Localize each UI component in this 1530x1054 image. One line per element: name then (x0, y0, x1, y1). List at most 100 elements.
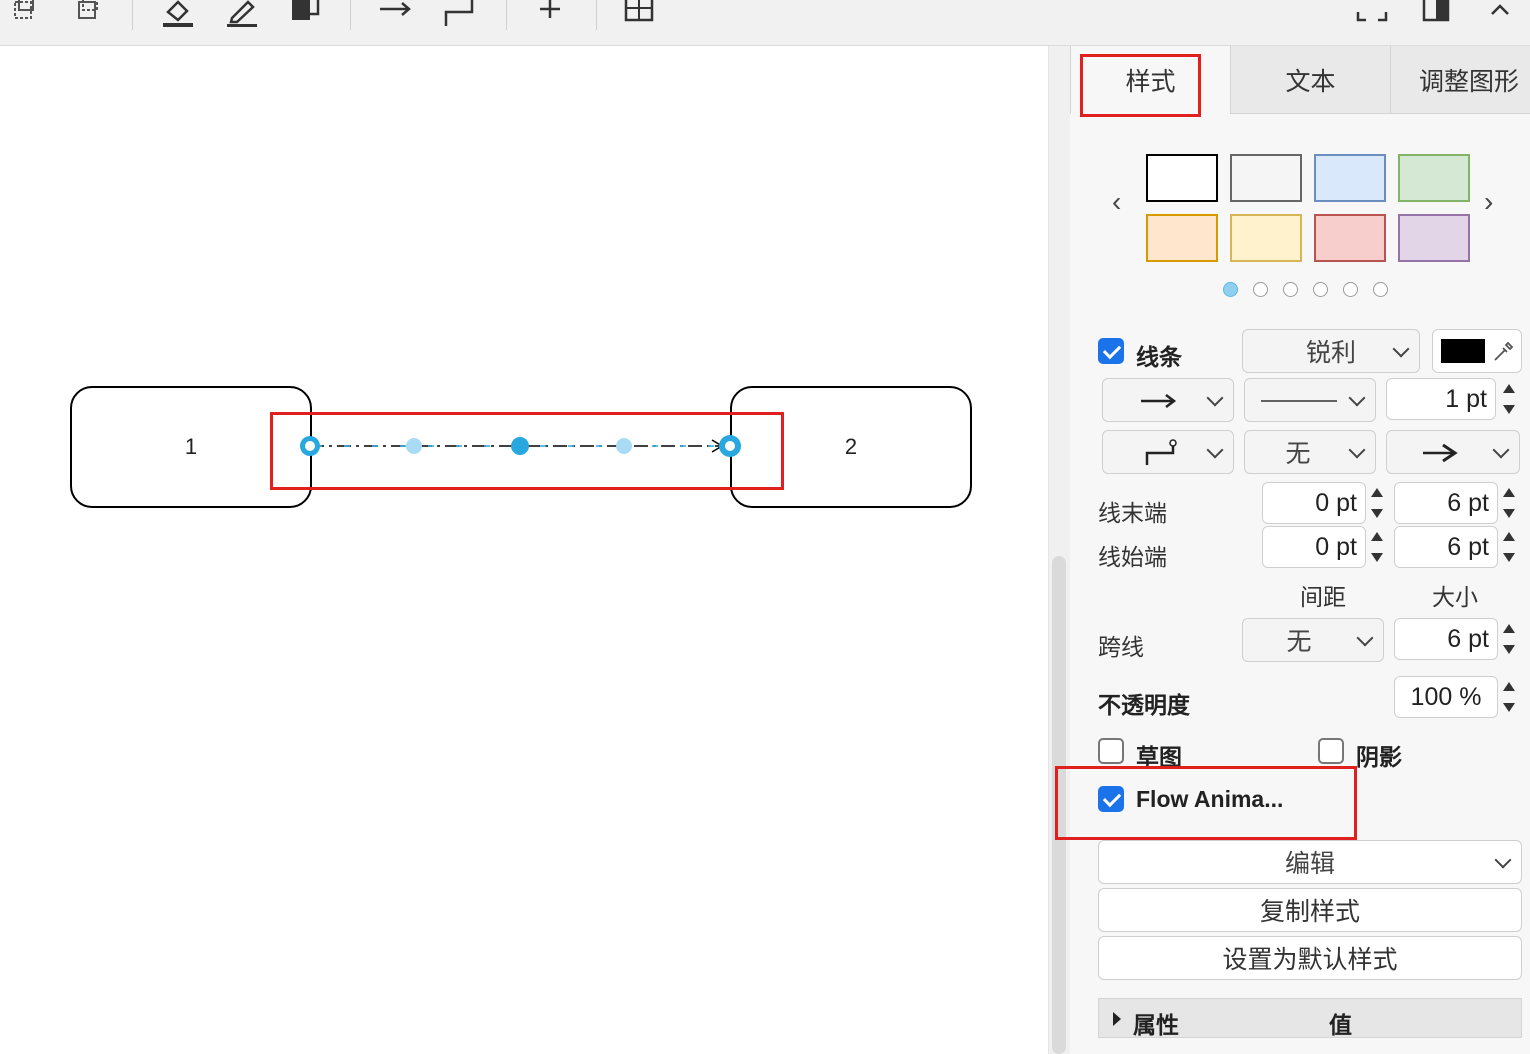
to-back-icon[interactable] (70, 0, 106, 28)
arrow-right-icon (1141, 394, 1177, 408)
style-swatch[interactable] (1146, 214, 1218, 262)
line-label: 线条 (1136, 344, 1182, 370)
style-swatch[interactable] (1230, 214, 1302, 262)
tab-text-label: 文本 (1285, 67, 1336, 96)
tab-highlight-box (1080, 54, 1201, 117)
line-jump-size-value: 6 pt (1447, 624, 1489, 653)
chevron-down-icon (1392, 340, 1410, 358)
chevron-left-icon[interactable]: ‹ (1112, 186, 1121, 218)
swatch-page-dot[interactable] (1343, 282, 1358, 297)
connection-arrow-icon[interactable] (378, 0, 414, 28)
edge-highlight-box (270, 412, 784, 490)
waypoints-icon[interactable] (442, 0, 478, 28)
tab-arrange-label: 调整图形 (1419, 67, 1520, 96)
caret-right-icon (1113, 1012, 1121, 1026)
line-jump-select[interactable]: 无 (1242, 618, 1384, 662)
line-end-spacing-value: 0 pt (1315, 488, 1357, 517)
start-arrow-select[interactable]: 无 (1244, 430, 1376, 474)
toolbar-separator (350, 0, 351, 30)
chevron-down-icon (1206, 441, 1224, 459)
line-jump-size-field[interactable]: 6 pt (1394, 618, 1498, 660)
style-swatch[interactable] (1230, 154, 1302, 202)
fullscreen-icon[interactable] (1354, 0, 1390, 28)
style-swatch[interactable] (1398, 154, 1470, 202)
swatch-page-dot[interactable] (1283, 282, 1298, 297)
format-panel: 样式 文本 调整图形 ‹ › 线条 锐利 1 pt 无 线末端 0 pt 6 p… (1070, 46, 1530, 1054)
chevron-down-icon (1492, 441, 1510, 459)
tab-arrange[interactable]: 调整图形 (1390, 46, 1530, 114)
toolbar-separator (506, 0, 507, 30)
chevron-down-icon (1348, 389, 1366, 407)
line-end-size-spinner[interactable] (1500, 482, 1518, 524)
line-end-spacing-field[interactable]: 0 pt (1262, 482, 1366, 524)
opacity-label: 不透明度 (1098, 692, 1190, 718)
connection-style-select[interactable] (1102, 378, 1234, 422)
connector-edge[interactable] (0, 46, 1048, 1054)
end-arrow-icon (1423, 443, 1458, 463)
insert-plus-icon[interactable] (532, 0, 568, 28)
properties-col-value: 值 (1329, 1012, 1352, 1038)
line-color-picker[interactable] (1432, 329, 1522, 373)
line-jump-size-spinner[interactable] (1500, 618, 1518, 660)
copy-style-button[interactable]: 复制样式 (1098, 888, 1522, 932)
toolbar (0, 0, 1530, 46)
shadow-checkbox[interactable] (1318, 738, 1344, 764)
style-swatch[interactable] (1314, 214, 1386, 262)
copy-style-label: 复制样式 (1259, 898, 1360, 926)
toolbar-separator (132, 0, 133, 30)
to-front-icon[interactable] (6, 0, 42, 28)
toolbar-separator (596, 0, 597, 30)
line-jump-value: 无 (1286, 628, 1312, 656)
swatch-page-dot[interactable] (1373, 282, 1388, 297)
chevron-right-icon[interactable]: › (1484, 186, 1493, 218)
line-style-select[interactable]: 锐利 (1242, 329, 1420, 373)
line-start-spacing-value: 0 pt (1315, 532, 1357, 561)
opacity-field[interactable]: 100 % (1394, 676, 1498, 718)
chevron-down-icon (1206, 389, 1224, 407)
line-start-size-spinner[interactable] (1500, 526, 1518, 568)
line-checkbox[interactable] (1098, 338, 1124, 364)
line-end-spacing-spinner[interactable] (1368, 482, 1386, 524)
line-start-size-field[interactable]: 6 pt (1394, 526, 1498, 568)
orthogonal-waypoint-icon (1145, 439, 1177, 465)
line-end-label: 线末端 (1098, 500, 1167, 526)
swatch-page-dot[interactable] (1313, 282, 1328, 297)
properties-col-property: 属性 (1133, 1012, 1179, 1038)
diagram-canvas[interactable]: 1 2 (0, 46, 1048, 1054)
shadow-icon[interactable] (288, 0, 324, 28)
format-panel-toggle-icon[interactable] (1418, 0, 1454, 28)
line-width-field[interactable]: 1 pt (1386, 378, 1496, 420)
line-start-spacing-spinner[interactable] (1368, 526, 1386, 568)
edit-label: 编辑 (1284, 850, 1335, 878)
style-swatch[interactable] (1146, 154, 1218, 202)
swatch-page-dot[interactable] (1223, 282, 1238, 297)
edit-dropdown[interactable]: 编辑 (1098, 840, 1522, 884)
line-start-spacing-field[interactable]: 0 pt (1262, 526, 1366, 568)
line-color-icon[interactable] (224, 0, 260, 28)
line-start-size-value: 6 pt (1447, 532, 1489, 561)
line-width-value: 1 pt (1445, 384, 1487, 413)
size-column-label: 大小 (1432, 584, 1478, 610)
swatch-page-dot[interactable] (1253, 282, 1268, 297)
style-swatch[interactable] (1314, 154, 1386, 202)
tab-text[interactable]: 文本 (1230, 46, 1390, 114)
set-default-style-button[interactable]: 设置为默认样式 (1098, 936, 1522, 980)
start-arrow-value: 无 (1285, 440, 1311, 468)
fill-color-icon[interactable] (160, 0, 196, 28)
end-arrow-select[interactable] (1386, 430, 1520, 474)
line-end-size-field[interactable]: 6 pt (1394, 482, 1498, 524)
collapse-icon[interactable] (1482, 0, 1518, 28)
opacity-spinner[interactable] (1500, 676, 1518, 718)
table-icon[interactable] (622, 0, 658, 28)
line-color-swatch (1441, 339, 1485, 363)
line-width-spinner[interactable] (1500, 378, 1518, 420)
line-pattern-select[interactable] (1244, 378, 1376, 422)
flow-animation-highlight-box (1055, 766, 1357, 840)
opacity-value: 100 % (1410, 682, 1482, 711)
properties-header[interactable]: 属性 值 (1098, 998, 1522, 1038)
style-swatch[interactable] (1398, 214, 1470, 262)
waypoint-select[interactable] (1102, 430, 1234, 474)
sketch-checkbox[interactable] (1098, 738, 1124, 764)
spacing-column-label: 间距 (1300, 584, 1346, 610)
line-start-label: 线始端 (1098, 544, 1167, 570)
